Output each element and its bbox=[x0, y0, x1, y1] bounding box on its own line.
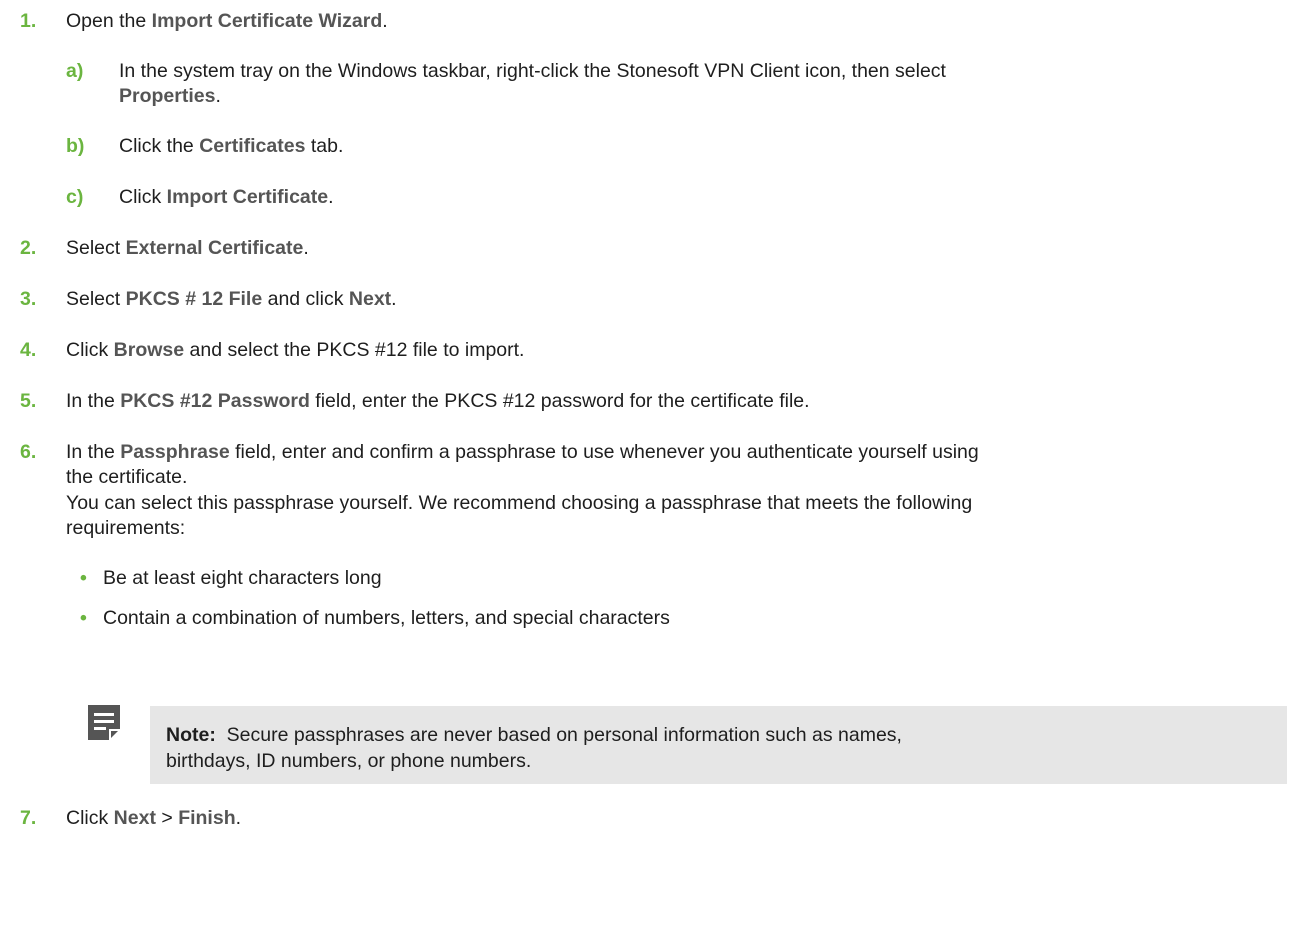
note-text: Note: Secure passphrases are never based… bbox=[166, 724, 902, 772]
substep-text: Click the Certificates tab. bbox=[119, 135, 344, 157]
substep-letter: a) bbox=[66, 60, 84, 82]
ui-term: Next bbox=[113, 807, 156, 829]
ui-term: Passphrase bbox=[120, 441, 230, 463]
step-number: 3. bbox=[20, 288, 37, 310]
step-number: 2. bbox=[20, 237, 37, 259]
note-label: Note: bbox=[166, 724, 216, 746]
bullet-icon: • bbox=[80, 567, 87, 589]
ui-term: Properties bbox=[119, 85, 216, 107]
substep-text: Click Import Certificate. bbox=[119, 186, 334, 208]
step-number: 4. bbox=[20, 339, 37, 361]
substep-letter: c) bbox=[66, 186, 84, 208]
ui-term: PKCS #12 Password bbox=[120, 390, 310, 412]
step-number: 7. bbox=[20, 807, 37, 829]
step-text: Select External Certificate. bbox=[66, 237, 309, 259]
ui-term: PKCS # 12 File bbox=[125, 288, 263, 310]
step-text: Select PKCS # 12 File and click Next. bbox=[66, 288, 397, 310]
ui-term: External Certificate bbox=[125, 237, 304, 259]
paragraph-text: You can select this passphrase yourself.… bbox=[66, 492, 973, 539]
substep-letter: b) bbox=[66, 135, 85, 157]
bullet-icon: • bbox=[80, 607, 87, 629]
ui-term: Import Certificate Wizard bbox=[151, 10, 383, 32]
step-number: 6. bbox=[20, 441, 37, 463]
ui-term: Browse bbox=[113, 339, 185, 361]
ui-term: Next bbox=[348, 288, 392, 310]
ui-term: Certificates bbox=[199, 135, 306, 157]
step-text: Click Browse and select the PKCS #12 fil… bbox=[66, 339, 525, 361]
step-text: In the PKCS #12 Password field, enter th… bbox=[66, 390, 810, 412]
step-text: In the Passphrase field, enter and confi… bbox=[66, 441, 979, 488]
bullet-text: Contain a combination of numbers, letter… bbox=[103, 607, 670, 629]
bullet-text: Be at least eight characters long bbox=[103, 567, 382, 589]
step-number: 5. bbox=[20, 390, 37, 412]
step-number: 1. bbox=[20, 10, 37, 32]
note-icon bbox=[88, 705, 120, 740]
substep-text: In the system tray on the Windows taskba… bbox=[119, 60, 946, 107]
step-text: Click Next > Finish. bbox=[66, 807, 242, 829]
ui-term: Import Certificate bbox=[166, 186, 329, 208]
step-text: Open the Import Certificate Wizard. bbox=[66, 10, 388, 32]
ui-term: Finish bbox=[178, 807, 236, 829]
